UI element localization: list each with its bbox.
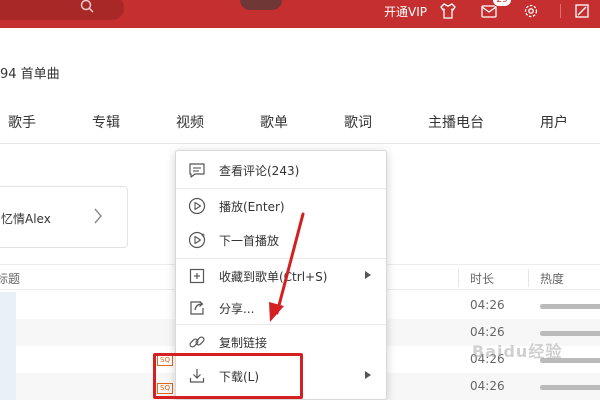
tab-radio[interactable]: 主播电台 <box>428 112 484 132</box>
row-selection-tint <box>0 292 16 319</box>
tab-album[interactable]: 专辑 <box>92 112 120 132</box>
column-separator <box>458 269 459 287</box>
artist-card[interactable]: 忆情Alex <box>0 186 128 248</box>
heat-bar <box>540 331 600 336</box>
heat-bar <box>540 304 600 309</box>
tshirt-icon[interactable] <box>438 1 458 21</box>
song-duration: 04:26 <box>470 379 505 393</box>
menu-item-label: 播放(Enter) <box>219 200 285 214</box>
play-icon <box>188 197 206 215</box>
column-title[interactable]: 标题 <box>0 270 20 287</box>
menu-item-add-to-playlist[interactable]: 收藏到歌单(Ctrl+S) <box>176 259 386 293</box>
add-to-playlist-icon <box>189 268 205 284</box>
annotation-highlight-box <box>153 353 303 399</box>
column-separator <box>528 269 529 287</box>
heat-fill <box>540 385 600 390</box>
toolbar-divider <box>560 4 561 18</box>
menu-item-play[interactable]: 播放(Enter) <box>176 189 386 223</box>
tab-playlist[interactable]: 歌单 <box>260 112 288 132</box>
chevron-right-icon <box>94 208 102 224</box>
menu-item-label: 下一首播放 <box>219 234 280 248</box>
menu-item-label: 复制链接 <box>219 336 268 350</box>
search-tabs: 歌手 专辑 视频 歌单 歌词 主播电台 用户 <box>0 104 600 144</box>
message-badge: 29 <box>492 0 512 7</box>
menu-item-play-next[interactable]: 下一首播放 <box>176 223 386 257</box>
song-count-title: 94 首单曲 <box>0 67 60 82</box>
heat-fill <box>540 304 600 309</box>
menu-item-label: 查看评论(243) <box>219 164 300 178</box>
row-selection-tint <box>0 373 16 400</box>
minimize-icon[interactable] <box>572 1 592 21</box>
link-icon <box>189 336 205 348</box>
submenu-arrow-icon <box>365 371 371 379</box>
open-vip-link[interactable]: 开通VIP <box>384 3 427 20</box>
share-icon <box>190 301 204 315</box>
avatar[interactable] <box>240 0 282 10</box>
heat-fill <box>540 331 600 336</box>
song-duration: 04:26 <box>470 325 505 339</box>
menu-item-share[interactable]: 分享... <box>176 291 386 325</box>
menu-item-label: 收藏到歌单(Ctrl+S) <box>219 270 328 284</box>
play-next-icon <box>188 231 206 249</box>
search-box[interactable] <box>0 0 124 20</box>
tab-singer[interactable]: 歌手 <box>8 112 36 132</box>
search-icon[interactable] <box>80 0 94 13</box>
watermark: Baidu经验 <box>472 342 563 361</box>
tab-video[interactable]: 视频 <box>176 112 204 132</box>
heat-bar <box>540 385 600 390</box>
menu-item-label: 分享... <box>219 302 255 316</box>
top-bar: 开通VIP 29 <box>0 0 600 28</box>
comment-icon <box>189 163 205 178</box>
song-duration: 04:26 <box>470 298 505 312</box>
submenu-arrow-icon <box>365 271 371 279</box>
column-duration[interactable]: 时长 <box>470 270 494 287</box>
tab-lyrics[interactable]: 歌词 <box>344 112 372 132</box>
menu-item-view-comments[interactable]: 查看评论(243) <box>176 153 386 187</box>
artist-name: 忆情Alex <box>1 212 51 226</box>
column-heat[interactable]: 热度 <box>540 270 564 287</box>
row-selection-tint <box>0 319 16 346</box>
tab-user[interactable]: 用户 <box>540 112 568 132</box>
row-selection-tint <box>0 346 16 373</box>
gear-icon[interactable] <box>521 1 541 21</box>
